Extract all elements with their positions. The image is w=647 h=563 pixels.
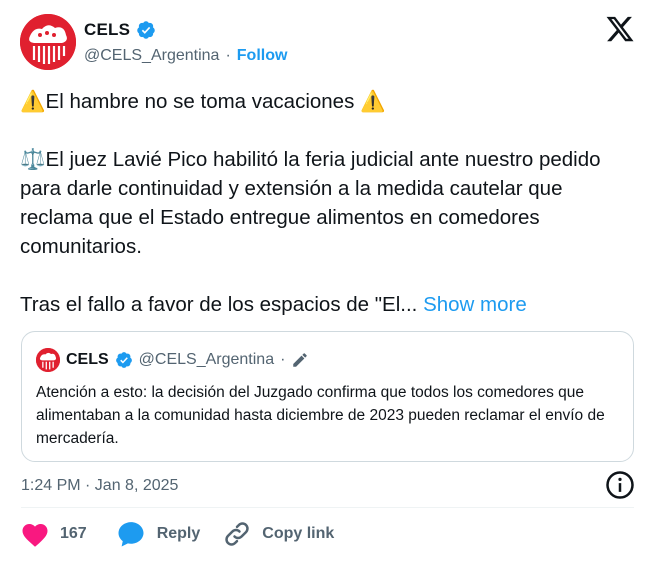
reply-label: Reply: [156, 525, 201, 542]
verified-badge-icon: [137, 21, 155, 39]
verified-badge-icon: [115, 352, 132, 368]
show-more-link[interactable]: Show more: [423, 293, 527, 316]
separator-dot: ·: [225, 47, 231, 64]
reply-bubble-icon: [118, 522, 144, 547]
author-name-row: CELS: [84, 20, 156, 40]
cels-logo-icon: [36, 348, 60, 372]
link-chain-icon: [225, 522, 249, 546]
quote-author-name: CELS: [66, 351, 109, 368]
reply-button[interactable]: Reply: [115, 519, 201, 549]
edit-pencil-icon: [293, 353, 308, 367]
copy-link-button[interactable]: Copy link: [222, 519, 334, 549]
separator-dot: ·: [280, 351, 286, 368]
tweet-line-1: ⚠️El hambre no se toma vacaciones ⚠️: [20, 90, 386, 113]
tweet-card: CELS @CELS_Argentina · Follow ⚠️El hambr…: [0, 0, 647, 563]
copy-link-label: Copy link: [262, 525, 335, 542]
action-bar: 167 Reply Copy link: [20, 519, 334, 549]
author-avatar[interactable]: [20, 14, 76, 70]
tweet-text: ⚠️El hambre no se toma vacaciones ⚠️ ⚖️E…: [20, 87, 625, 319]
info-icon[interactable]: [605, 470, 635, 500]
tweet-truncated-text: Tras el fallo a favor de los espacios de…: [20, 293, 418, 316]
quote-text: Atención a esto: la decisión del Juzgado…: [36, 384, 605, 447]
heart-icon: [22, 524, 48, 547]
like-count: 167: [60, 525, 87, 542]
tweet-paragraph-2: ⚖️El juez Lavié Pico habilitó la feria j…: [20, 148, 601, 258]
tweet-timestamp[interactable]: 1:24 PM · Jan 8, 2025: [21, 477, 178, 495]
author-handle[interactable]: @CELS_Argentina: [84, 47, 219, 65]
divider: [21, 507, 634, 508]
tweet-paragraph-3: Tras el fallo a favor de los espacios de…: [20, 290, 625, 319]
x-logo-icon[interactable]: [605, 14, 635, 44]
author-handle-row: @CELS_Argentina · Follow: [84, 47, 287, 65]
cels-logo-icon: [20, 14, 76, 70]
author-name[interactable]: CELS: [84, 20, 130, 40]
quote-avatar: [36, 348, 60, 372]
like-button[interactable]: 167: [20, 520, 87, 548]
quote-author-handle: @CELS_Argentina: [138, 351, 275, 368]
quote-header: CELS @CELS_Argentina ·: [36, 348, 309, 372]
follow-button[interactable]: Follow: [237, 47, 288, 65]
quoted-tweet[interactable]: CELS @CELS_Argentina · Atención a esto: …: [21, 331, 634, 462]
